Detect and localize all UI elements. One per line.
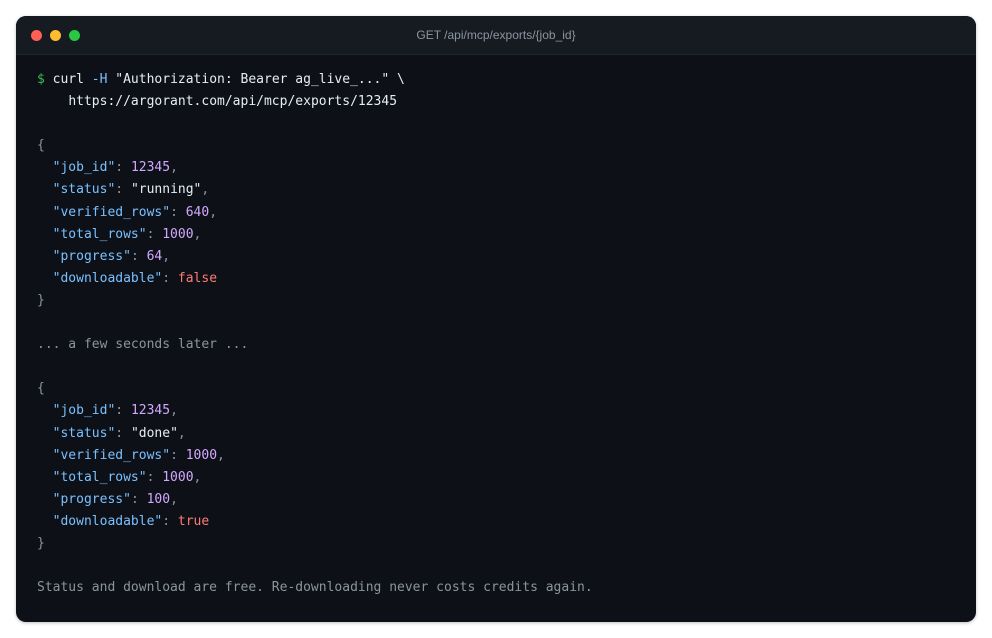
json-key: "verified_rows" [52, 447, 171, 463]
json-key: "status" [52, 182, 116, 198]
json-field-downloadable: "downloadable": false [52, 270, 218, 286]
command-program: curl [52, 72, 84, 87]
json-field-status: "status": "done", [52, 425, 186, 441]
json-value-progress: 64 [146, 248, 163, 264]
json-value-job-id: 12345 [130, 403, 171, 419]
json-key: "progress" [52, 248, 131, 264]
command-flag: -H [91, 72, 108, 87]
json-key: "verified_rows" [52, 204, 171, 220]
json-value-total-rows: 1000 [162, 469, 194, 485]
json-value-downloadable: false [177, 270, 218, 286]
prompt-symbol: $ [37, 72, 45, 87]
json-open-brace: { [37, 381, 45, 397]
json-field-status: "status": "running", [52, 182, 210, 198]
json-key: "job_id" [52, 403, 116, 419]
json-key: "status" [52, 425, 116, 441]
line-continuation: \ [397, 72, 405, 87]
json-field-progress: "progress": 64, [52, 248, 171, 264]
command-line: $ curl -H "Authorization: Bearer ag_live… [37, 69, 593, 91]
json-close-brace: } [37, 292, 45, 308]
json-value-status: "done" [130, 425, 178, 441]
title-bar: GET /api/mcp/exports/{job_id} [16, 16, 976, 55]
json-field-verified-rows: "verified_rows": 1000, [52, 447, 225, 463]
terminal-output: $ curl -H "Authorization: Bearer ag_live… [37, 69, 593, 599]
window-title: GET /api/mcp/exports/{job_id} [416, 28, 576, 42]
json-key: "downloadable" [52, 513, 163, 529]
json-value-status: "running" [130, 182, 202, 198]
json-field-progress: "progress": 100, [52, 491, 178, 507]
json-key: "progress" [52, 491, 131, 507]
json-value-verified-rows: 640 [185, 204, 210, 220]
json-value-job-id: 12345 [130, 160, 171, 176]
command-header: "Authorization: Bearer ag_live_..." [115, 72, 390, 87]
json-field-job-id: "job_id": 12345, [52, 403, 178, 419]
json-field-verified-rows: "verified_rows": 640, [52, 204, 218, 220]
json-key: "job_id" [52, 160, 116, 176]
json-field-total-rows: "total_rows": 1000, [52, 469, 202, 485]
json-value-total-rows: 1000 [162, 226, 194, 242]
json-value-progress: 100 [146, 491, 171, 507]
json-field-downloadable: "downloadable": true [52, 513, 210, 529]
json-open-brace: { [37, 138, 45, 154]
json-key: "total_rows" [52, 469, 147, 485]
json-close-brace: } [37, 535, 45, 551]
command-url-line: https://argorant.com/api/mcp/exports/123… [37, 91, 593, 113]
json-field-total-rows: "total_rows": 1000, [52, 226, 202, 242]
json-value-verified-rows: 1000 [185, 447, 218, 463]
json-field-job-id: "job_id": 12345, [52, 160, 178, 176]
terminal-window: GET /api/mcp/exports/{job_id} $ curl -H … [16, 16, 976, 622]
json-key: "downloadable" [52, 270, 163, 286]
command-url: https://argorant.com/api/mcp/exports/123… [68, 94, 398, 110]
footer-note: Status and download are free. Re-downloa… [37, 580, 593, 596]
separator-text: ... a few seconds later ... [37, 337, 249, 353]
json-key: "total_rows" [52, 226, 147, 242]
json-value-downloadable: true [177, 513, 210, 529]
